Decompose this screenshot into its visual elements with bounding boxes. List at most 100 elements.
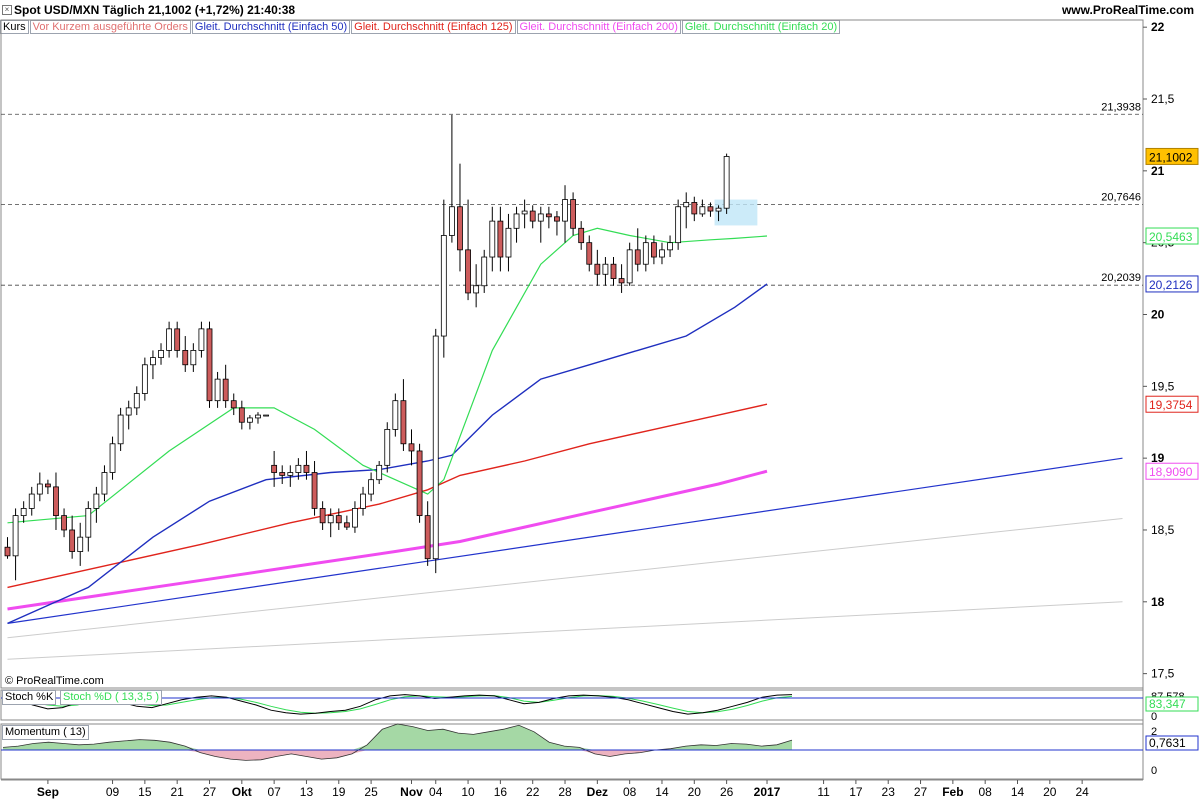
candle-body — [699, 206, 706, 215]
stoch-pane-frame — [0, 689, 1144, 721]
price-pane-frame — [0, 19, 1144, 689]
candle-body — [190, 350, 197, 366]
x-tick-label: Nov — [400, 785, 423, 799]
candle-body — [77, 536, 84, 552]
trend-line-gray-upper — [7, 518, 1123, 639]
x-tick-label: 27 — [203, 785, 217, 799]
x-tick-label: 28 — [558, 785, 572, 799]
ma125-tag: 19,3754 — [1149, 398, 1193, 412]
candle-body — [376, 464, 383, 481]
candle-body — [158, 350, 164, 358]
candle-body — [117, 414, 124, 445]
candle-body — [319, 508, 326, 524]
stoch-d-label[interactable]: Stoch %D ( 13,3,5 ) — [60, 690, 162, 705]
x-tick-label: 11 — [817, 785, 830, 799]
candle-body — [497, 220, 504, 258]
candle-body — [489, 220, 496, 258]
candle-body — [206, 328, 213, 402]
candle-body — [545, 213, 552, 218]
candle-body — [594, 263, 601, 275]
momentum-negative-area — [3, 750, 792, 761]
candle-body — [109, 443, 116, 473]
x-tick-label: 17 — [849, 785, 863, 799]
x-tick-label: 08 — [623, 785, 637, 799]
candle-body — [432, 335, 439, 560]
candle-body — [481, 256, 488, 287]
current-price-tag: 21,1002 — [1149, 150, 1193, 164]
candle-body — [230, 400, 237, 409]
ma200-line — [7, 469, 768, 611]
x-tick-label: Feb — [942, 785, 963, 799]
x-tick-label: 25 — [364, 785, 378, 799]
candle-body — [295, 464, 302, 473]
candle-body — [570, 199, 576, 229]
candle-body — [368, 479, 375, 495]
x-tick-label: 09 — [106, 785, 120, 799]
candle-body — [263, 414, 269, 417]
watermark: © ProRealTime.com — [5, 675, 104, 687]
x-tick-label: 10 — [461, 785, 475, 799]
candle-body — [93, 493, 100, 509]
trend-line-blue — [7, 457, 1123, 624]
candle-body — [416, 450, 423, 517]
candle-body — [651, 242, 657, 258]
x-tick-label: 23 — [882, 785, 896, 799]
y-tick-label: 18 — [1151, 595, 1165, 609]
candle-body — [424, 515, 431, 560]
candle-body — [101, 472, 108, 495]
y-tick-label: 20 — [1151, 307, 1165, 321]
candle-body — [521, 210, 528, 215]
level-label: 20,7646 — [1101, 192, 1141, 204]
ma50-tag: 20,2126 — [1149, 278, 1193, 292]
x-tick-label: 04 — [429, 785, 443, 799]
candle-body — [384, 429, 391, 466]
candle-body — [287, 472, 294, 476]
candle-body — [166, 328, 173, 351]
candle-body — [626, 249, 633, 284]
candle-body — [141, 364, 148, 394]
candle-body — [618, 278, 625, 284]
candle-body — [174, 328, 181, 351]
candle-body — [392, 400, 399, 430]
candle-body — [578, 227, 585, 244]
x-tick-label: 14 — [1011, 785, 1025, 799]
y-tick-label: 21,5 — [1151, 92, 1175, 106]
candle-body — [45, 483, 51, 488]
candle-body — [723, 156, 730, 209]
candle-body — [667, 242, 673, 251]
candle-body — [12, 515, 19, 557]
candle-body — [440, 235, 447, 337]
candle-body — [513, 213, 520, 229]
level-label: 20,2039 — [1101, 272, 1141, 284]
candle-body — [562, 199, 568, 222]
candle-body — [610, 263, 617, 279]
candle-body — [634, 249, 641, 265]
candle-body — [20, 508, 27, 517]
order-zone — [714, 199, 758, 226]
candle-body — [586, 242, 593, 265]
candle-body — [61, 515, 67, 531]
candle-body — [279, 472, 286, 476]
candle-body — [222, 378, 229, 402]
momentum-label[interactable]: Momentum ( 13) — [2, 725, 89, 740]
x-tick-label: 24 — [1075, 785, 1089, 799]
candle-body — [554, 216, 560, 222]
ma200-tag: 18,9090 — [1149, 465, 1193, 479]
candle-body — [335, 515, 342, 524]
candle-body — [465, 249, 471, 294]
x-tick-label: 20 — [1043, 785, 1057, 799]
candle-body — [28, 493, 35, 509]
x-tick-label: 14 — [655, 785, 669, 799]
candle-body — [473, 285, 480, 294]
x-tick-label: 26 — [720, 785, 734, 799]
candle-body — [53, 486, 59, 517]
candle-body — [505, 227, 512, 258]
x-tick-label: 20 — [688, 785, 702, 799]
trend-line-gray-lower — [7, 601, 1123, 660]
chart-canvas[interactable]: 2221,52120,52019,51918,51817,521,393820,… — [0, 0, 1200, 800]
candle-body — [448, 206, 455, 236]
candle-body — [4, 546, 11, 557]
stoch-k-label[interactable]: Stoch %K — [2, 690, 57, 705]
y-tick-label: 17,5 — [1151, 667, 1175, 681]
momentum-positive-area — [3, 724, 792, 750]
